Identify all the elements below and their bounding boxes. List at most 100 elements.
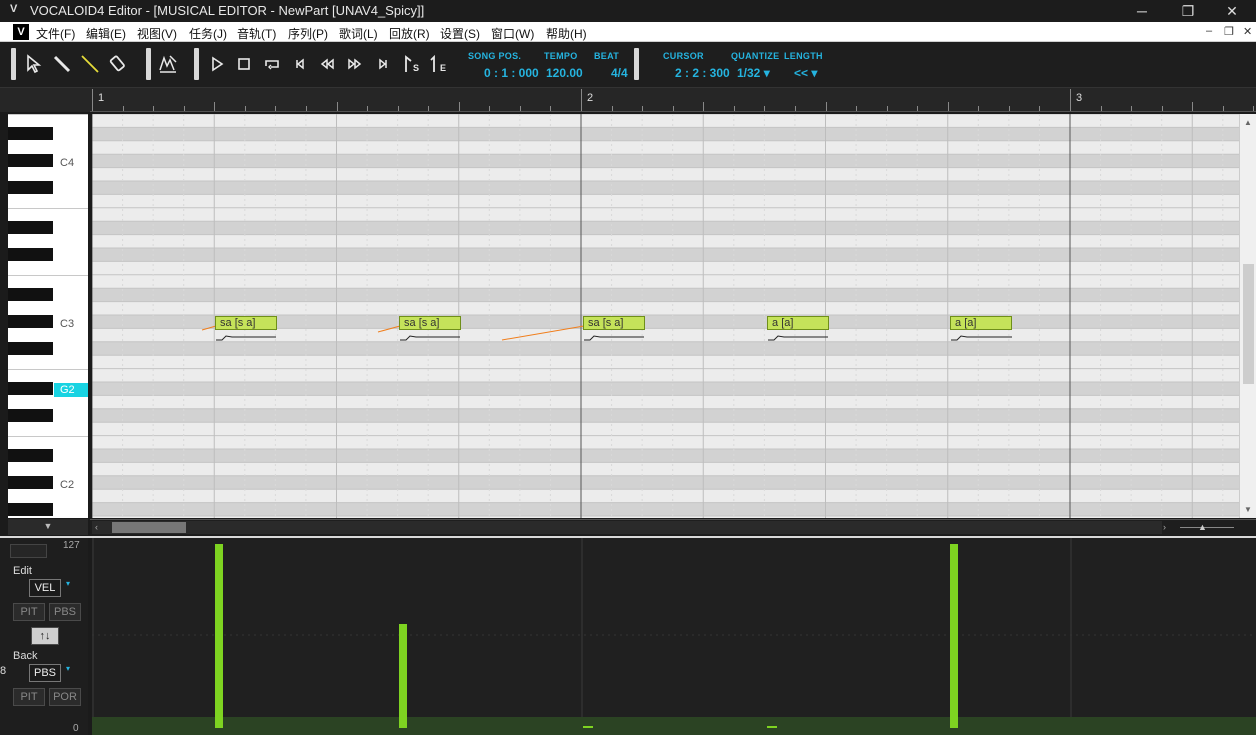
loop-icon[interactable] (260, 52, 284, 76)
scroll-right-icon[interactable]: › (1163, 522, 1166, 532)
black-key[interactable] (8, 315, 53, 328)
horizontal-scroll-thumb[interactable] (112, 522, 186, 533)
ruler-tick (244, 106, 246, 111)
control-max-value: 127 (63, 540, 80, 551)
velocity-bar[interactable] (950, 544, 958, 728)
zoom-slider[interactable] (1180, 527, 1234, 528)
horizontal-scrollbar[interactable]: ‹ › ▲ (90, 519, 1256, 535)
vertical-scroll-thumb[interactable] (1243, 264, 1254, 384)
mdi-restore-button[interactable]: ❐ (1224, 25, 1234, 38)
scroll-down-icon[interactable]: ▼ (1244, 505, 1252, 514)
menu-file[interactable]: 文件(F) (36, 25, 75, 42)
menu-help[interactable]: 帮助(H) (546, 25, 587, 42)
piano-keyboard[interactable]: C4 C3 G2 C2 (8, 114, 88, 518)
black-key[interactable] (8, 127, 53, 141)
toolbar-grip-2[interactable] (146, 48, 151, 80)
swap-button[interactable]: ↑↓ (31, 627, 59, 645)
edit-pit-button[interactable]: PIT (13, 603, 45, 621)
zoom-slider-handle-icon[interactable]: ▲ (1198, 522, 1207, 532)
note-4[interactable]: a [a] (767, 316, 829, 330)
velocity-bar[interactable] (399, 624, 407, 728)
minimize-button[interactable]: ─ (1120, 0, 1164, 22)
velocity-bar[interactable] (215, 544, 223, 728)
black-key[interactable] (8, 181, 53, 194)
measure-ruler[interactable]: 1 2 3 (90, 88, 1256, 112)
ruler-tick (367, 106, 369, 111)
beat-value[interactable]: 4/4 (611, 66, 628, 80)
length-dropdown[interactable]: << ▾ (794, 66, 817, 80)
mdi-minimize-button[interactable]: ‒ (1206, 25, 1212, 37)
back-param-arrow-icon[interactable]: ▾ (66, 664, 70, 673)
song-pos-value[interactable]: 0 : 1 : 000 (484, 66, 539, 80)
menu-playback[interactable]: 回放(R) (389, 25, 430, 42)
menu-lyrics[interactable]: 歌词(L) (339, 25, 378, 42)
control-track-panel: 127 Edit VEL ▾ PIT PBS ↑↓ Back 8 PBS ▾ P… (0, 538, 88, 735)
go-to-end-icon[interactable] (371, 52, 395, 76)
toolbar-grip-4[interactable] (634, 48, 639, 80)
control-min-value: 0 (73, 723, 79, 734)
menu-sequence[interactable]: 序列(P) (288, 25, 328, 42)
scroll-up-icon[interactable]: ▲ (1244, 118, 1252, 127)
black-key[interactable] (8, 341, 53, 355)
velocity-bar[interactable] (583, 726, 593, 728)
ruler-tick (1008, 106, 1010, 111)
arrow-tool-icon[interactable] (22, 52, 46, 76)
black-key[interactable] (8, 221, 53, 235)
black-key[interactable] (8, 248, 53, 261)
toolbar-grip-3[interactable] (194, 48, 199, 80)
piano-roll-grid[interactable]: sa [s a] sa [s a] sa [s a] a [a] a [a] (92, 114, 1239, 518)
ruler-tick (581, 89, 582, 111)
black-key[interactable] (8, 154, 53, 168)
edit-param-arrow-icon[interactable]: ▾ (66, 579, 70, 588)
edit-param-dropdown[interactable]: VEL (29, 579, 61, 597)
note-1[interactable]: sa [s a] (215, 316, 277, 330)
back-por-button[interactable]: POR (49, 688, 81, 706)
restore-button[interactable]: ❐ (1166, 0, 1210, 22)
back-pit-button[interactable]: PIT (13, 688, 45, 706)
keyboard-menu-button[interactable]: ▼ (8, 519, 88, 535)
tempo-value[interactable]: 120.00 (546, 66, 583, 80)
black-key[interactable] (8, 449, 53, 462)
go-to-start-icon[interactable] (288, 52, 312, 76)
black-key[interactable] (8, 288, 53, 302)
eraser-tool-icon[interactable] (106, 52, 130, 76)
back-param-dropdown[interactable]: PBS (29, 664, 61, 682)
black-key[interactable] (8, 475, 53, 489)
note-3[interactable]: sa [s a] (583, 316, 645, 330)
quantize-dropdown[interactable]: 1/32 ▾ (737, 66, 770, 80)
note-5[interactable]: a [a] (950, 316, 1012, 330)
line-tool-icon[interactable] (78, 52, 102, 76)
velocity-bar[interactable] (767, 726, 777, 728)
menu-window[interactable]: 窗口(W) (491, 25, 534, 42)
play-icon[interactable] (205, 52, 229, 76)
end-marker-icon[interactable]: E (427, 52, 451, 76)
edit-pbs-button[interactable]: PBS (49, 603, 81, 621)
menu-view[interactable]: 视图(V) (137, 25, 177, 42)
vibrato-tool-icon[interactable] (156, 52, 180, 76)
rewind-icon[interactable] (315, 52, 339, 76)
menu-settings[interactable]: 设置(S) (440, 25, 480, 42)
tempo-label: TEMPO (544, 51, 578, 61)
ruler-tick (886, 106, 888, 111)
black-key[interactable] (8, 382, 53, 395)
menu-edit[interactable]: 编辑(E) (86, 25, 126, 42)
menu-track[interactable]: 音轨(T) (237, 25, 276, 42)
menu-job[interactable]: 任务(J) (189, 25, 227, 42)
toolbar-grip[interactable] (11, 48, 16, 80)
back-pit-label: PIT (20, 691, 38, 703)
note-2[interactable]: sa [s a] (399, 316, 461, 330)
fast-forward-icon[interactable] (343, 52, 367, 76)
horizontal-scroll-track[interactable] (92, 521, 1162, 534)
velocity-control-track[interactable] (92, 538, 1256, 735)
stop-icon[interactable] (232, 52, 256, 76)
pencil-tool-icon[interactable] (50, 52, 74, 76)
mdi-close-button[interactable]: ✕ (1243, 25, 1252, 38)
note-1-lyric: sa (220, 317, 232, 329)
black-key[interactable] (8, 408, 53, 422)
close-button[interactable]: ✕ (1210, 0, 1254, 22)
vertical-scrollbar[interactable]: ▲ ▼ (1239, 114, 1256, 518)
ruler-tick (1192, 102, 1194, 111)
scroll-left-icon[interactable]: ‹ (95, 522, 98, 532)
black-key[interactable] (8, 502, 53, 516)
start-marker-icon[interactable]: S (399, 52, 423, 76)
